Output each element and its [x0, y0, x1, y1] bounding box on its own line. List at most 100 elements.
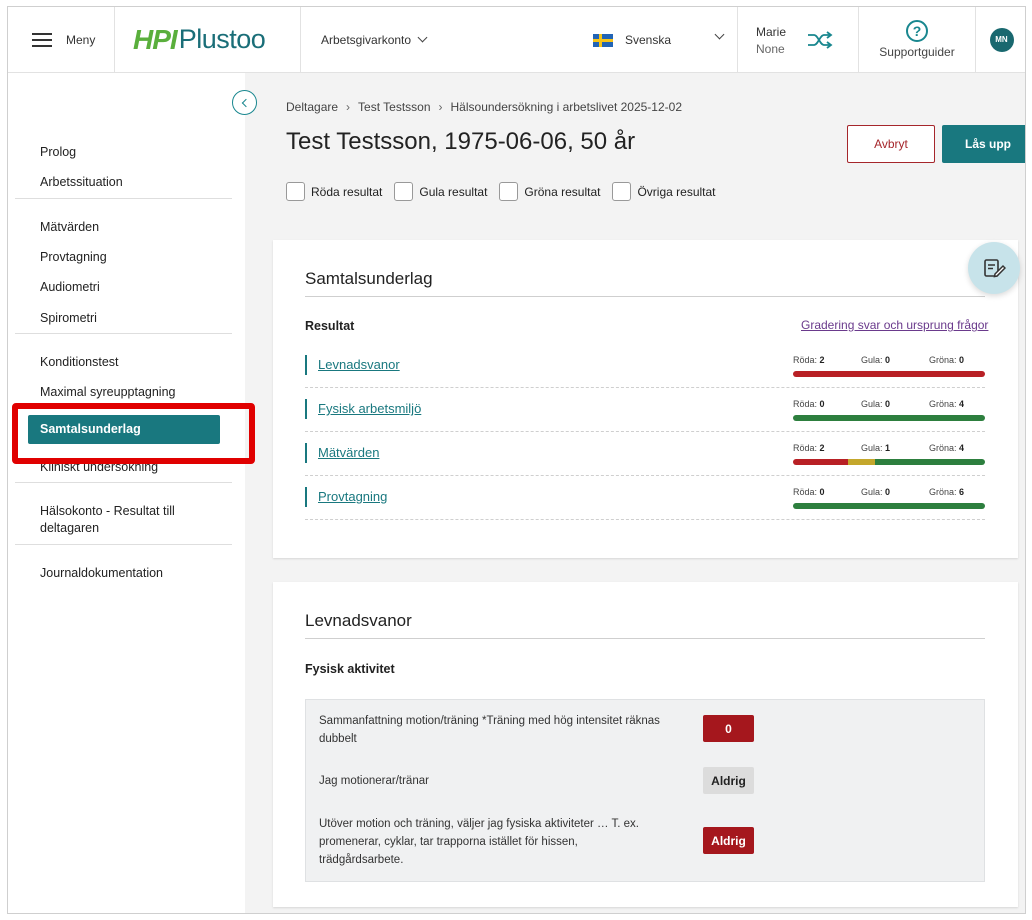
result-row: Mätvärden Röda: 2 Gula: 1 Gröna: 4 — [305, 432, 985, 476]
red-count: Röda: 2 — [793, 355, 825, 365]
sidebar-item-journaldokumentation[interactable]: Journaldokumentation — [40, 565, 163, 582]
sidebar-item-maximal-syreupptagning[interactable]: Maximal syreupptagning — [40, 384, 176, 401]
green-count: Gröna: 4 — [929, 399, 965, 409]
filter-yellow[interactable]: Gula resultat — [394, 182, 487, 201]
account-label: Arbetsgivarkonto — [321, 32, 412, 47]
result-link[interactable]: Mätvärden — [318, 445, 379, 460]
status-bar — [793, 459, 985, 465]
green-count: Gröna: 4 — [929, 443, 965, 453]
yellow-count: Gula: 0 — [861, 399, 891, 409]
row-accent — [305, 355, 307, 375]
sidebar-item-arbetssituation[interactable]: Arbetssituation — [40, 174, 123, 191]
unlock-button[interactable]: Lås upp — [942, 125, 1025, 163]
divider — [305, 296, 985, 297]
menu-button[interactable]: Meny — [8, 7, 115, 72]
sidebar-item-spirometri[interactable]: Spirometri — [40, 310, 97, 327]
result-filters: Röda resultat Gula resultat Gröna result… — [286, 182, 716, 201]
app-frame: Meny HPI Plustoo Arbetsgivarkonto Svenska… — [7, 6, 1026, 914]
question-text: Utöver motion och träning, väljer jag fy… — [319, 818, 640, 866]
filter-label: Gula resultat — [419, 184, 488, 199]
green-count: Gröna: 6 — [929, 487, 965, 497]
row-accent — [305, 487, 307, 507]
red-count: Röda: 0 — [793, 487, 825, 497]
result-row: Levnadsvanor Röda: 2 Gula: 0 Gröna: 0 — [305, 344, 985, 388]
breadcrumb: Deltagare › Test Testsson › Hälsoundersö… — [286, 100, 682, 114]
result-link[interactable]: Provtagning — [318, 489, 387, 504]
status-bar — [793, 503, 985, 509]
summary-card: Samtalsunderlag Resultat Gradering svar … — [273, 240, 1018, 558]
red-segment — [793, 371, 985, 377]
question-circle-icon: ? — [906, 20, 928, 42]
sidebar-item-halsokonto[interactable]: Hälsokonto - Resultat till deltagaren — [40, 503, 190, 537]
filter-label: Röda resultat — [311, 184, 383, 199]
sidebar-item-prolog[interactable]: Prolog — [40, 144, 76, 161]
sidebar: Prolog Arbetssituation Mätvärden Provtag… — [8, 73, 257, 913]
result-link[interactable]: Fysisk arbetsmiljö — [318, 401, 421, 416]
green-segment — [875, 459, 985, 465]
result-row: Provtagning Röda: 0 Gula: 0 Gröna: 6 — [305, 476, 985, 520]
green-segment — [793, 415, 985, 421]
row-accent — [305, 443, 307, 463]
chevron-down-icon — [714, 29, 725, 40]
filter-other[interactable]: Övriga resultat — [612, 182, 716, 201]
chevron-left-icon — [241, 98, 251, 107]
sidebar-item-provtagning[interactable]: Provtagning — [40, 249, 107, 266]
breadcrumb-deltagare[interactable]: Deltagare — [286, 100, 338, 114]
divider — [15, 544, 232, 545]
red-count: Röda: 2 — [793, 443, 825, 453]
account-selector[interactable]: Arbetsgivarkonto Svenska — [301, 7, 738, 72]
sidebar-item-konditionstest[interactable]: Konditionstest — [40, 354, 119, 371]
checkbox[interactable] — [499, 182, 519, 201]
yellow-count: Gula: 1 — [861, 443, 891, 453]
avatar: MN — [989, 27, 1014, 52]
card-title: Samtalsunderlag — [305, 269, 433, 288]
result-link[interactable]: Levnadsvanor — [318, 357, 400, 372]
support-label: Supportguider — [879, 45, 955, 59]
sidebar-item-matvarden[interactable]: Mätvärden — [40, 219, 99, 236]
logo[interactable]: HPI Plustoo — [115, 7, 301, 72]
grading-link[interactable]: Gradering svar och ursprung frågor — [801, 318, 988, 332]
support-guides-button[interactable]: ? Supportguider — [859, 7, 976, 72]
user-name: Marie — [756, 25, 787, 39]
shuffle-icon — [808, 30, 833, 49]
results-heading: Resultat — [305, 319, 355, 333]
breadcrumb-participant[interactable]: Test Testsson — [358, 100, 430, 114]
divider — [305, 638, 985, 639]
section-subheading: Fysisk aktivitet — [305, 662, 395, 676]
language-selector[interactable]: Svenska — [593, 29, 725, 47]
divider — [15, 482, 232, 483]
yellow-count: Gula: 0 — [861, 487, 891, 497]
filter-red[interactable]: Röda resultat — [286, 182, 382, 201]
hamburger-icon — [32, 32, 52, 47]
question-panel: Sammanfattning motion/träning *Träning m… — [305, 699, 985, 882]
cancel-button[interactable]: Avbryt — [847, 125, 935, 163]
divider — [15, 198, 232, 199]
yellow-segment — [847, 459, 876, 465]
checkbox[interactable] — [612, 182, 632, 201]
card-title: Levnadsvanor — [305, 611, 412, 630]
notes-button[interactable] — [968, 242, 1020, 294]
breadcrumb-examination[interactable]: Hälsoundersökning i arbetslivet 2025-12-… — [451, 100, 682, 114]
chevron-down-icon — [417, 32, 428, 43]
filter-label: Övriga resultat — [637, 184, 716, 199]
checkbox[interactable] — [286, 182, 305, 201]
green-count: Gröna: 0 — [929, 355, 965, 365]
notes-edit-icon — [984, 259, 1006, 278]
result-row: Fysisk arbetsmiljö Röda: 0 Gula: 0 Gröna: 4 — [305, 388, 985, 432]
question-text: Jag motionerar/tränar — [319, 775, 429, 787]
top-header: Meny HPI Plustoo Arbetsgivarkonto Svenska… — [8, 7, 1025, 73]
checkbox[interactable] — [394, 182, 414, 201]
breadcrumb-separator: › — [346, 100, 351, 114]
filter-green[interactable]: Gröna resultat — [499, 182, 600, 201]
answer-badge: Aldrig — [703, 827, 754, 854]
collapse-sidebar-button[interactable] — [232, 90, 257, 115]
logo-plustoo: Plustoo — [178, 24, 266, 54]
red-segment — [793, 459, 848, 465]
page-title: Test Testsson, 1975-06-06, 50 år — [286, 128, 636, 155]
user-switcher[interactable]: Marie None — [738, 7, 859, 72]
sidebar-item-audiometri[interactable]: Audiometri — [40, 279, 100, 296]
user-sub: None — [756, 42, 785, 56]
yellow-count: Gula: 0 — [861, 355, 891, 365]
avatar-button[interactable]: MN — [976, 7, 1025, 72]
language-label: Svenska — [625, 33, 672, 47]
